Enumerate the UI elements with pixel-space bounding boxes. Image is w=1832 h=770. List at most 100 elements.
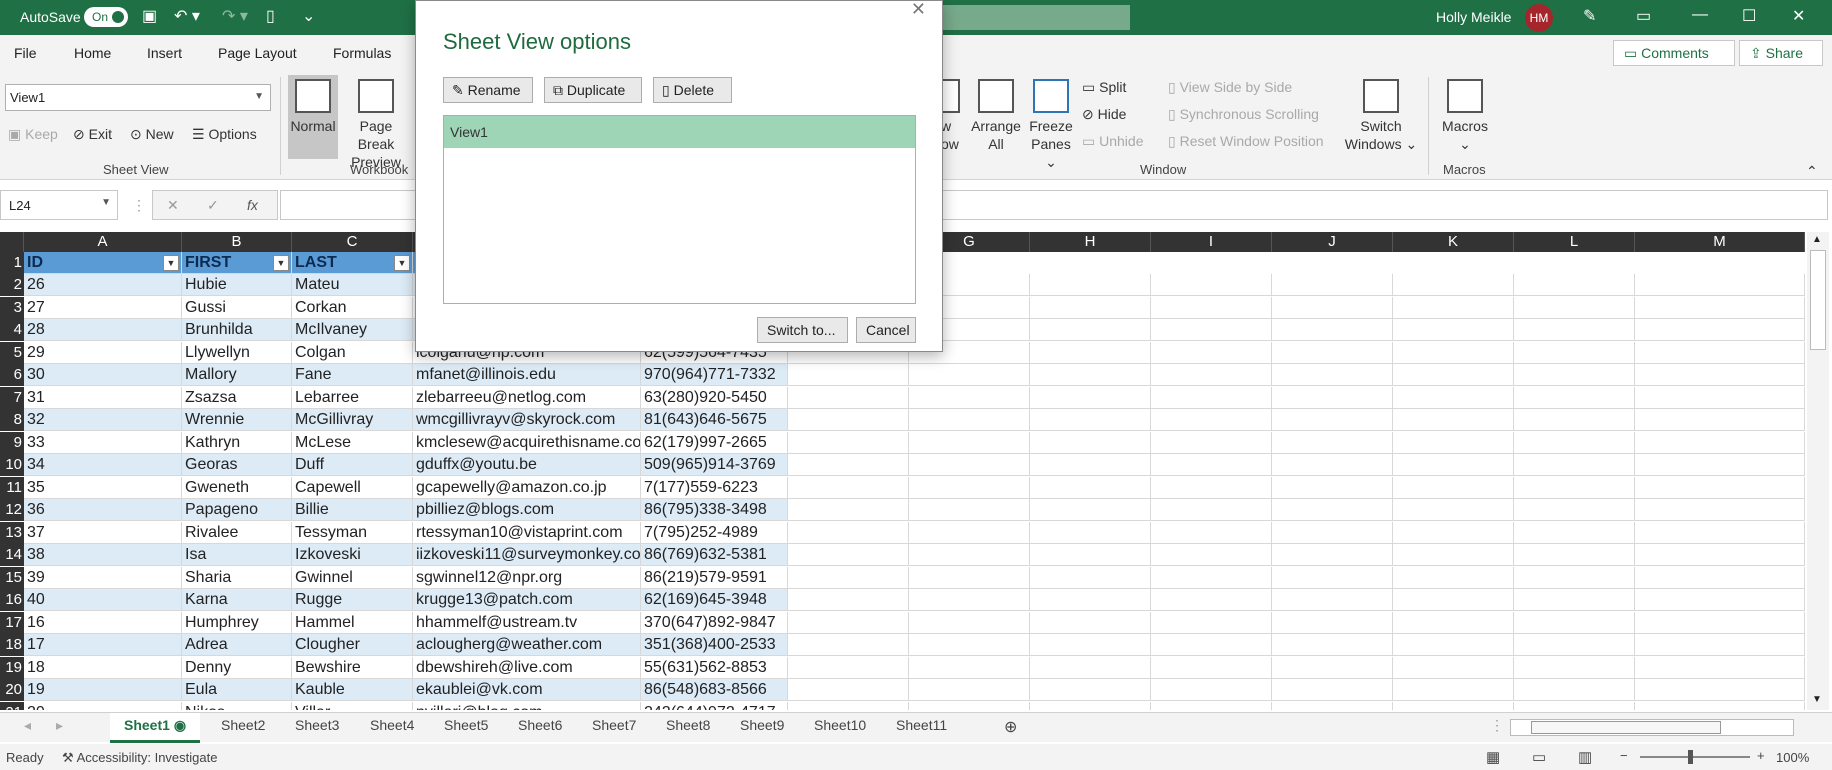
empty-cell[interactable] — [1272, 656, 1393, 679]
insert-function-icon[interactable]: fx — [247, 197, 258, 213]
cell-id[interactable]: 16 — [24, 611, 182, 634]
accessibility-status[interactable]: ⚒ Accessibility: Investigate — [62, 750, 217, 766]
cell-email[interactable]: zlebarreeu@netlog.com — [413, 386, 641, 409]
cell-phone[interactable]: 7(795)252-4989 — [641, 521, 788, 544]
empty-cell[interactable] — [1151, 611, 1272, 634]
undo-icon[interactable]: ↶ ▾ — [174, 8, 200, 26]
cell-last[interactable]: McGillivray — [292, 409, 413, 431]
sheet-tab[interactable]: Sheet11 — [896, 717, 947, 733]
empty-cell[interactable] — [1635, 589, 1805, 611]
empty-cell[interactable] — [1151, 364, 1272, 386]
empty-cell[interactable] — [909, 589, 1030, 611]
empty-cell[interactable] — [909, 701, 1030, 710]
cell-first[interactable]: Mallory — [182, 364, 292, 386]
empty-cell[interactable] — [788, 499, 909, 521]
empty-cell[interactable] — [1635, 611, 1805, 634]
empty-cell[interactable] — [1151, 274, 1272, 296]
cell-first[interactable]: Llywellyn — [182, 341, 292, 364]
empty-cell[interactable] — [1151, 679, 1272, 701]
row-number[interactable]: 18 — [0, 634, 24, 656]
cell-last[interactable]: Corkan — [292, 296, 413, 319]
empty-cell[interactable] — [1393, 296, 1514, 319]
sheet-tab[interactable]: Sheet7 — [592, 717, 636, 733]
empty-cell[interactable] — [1151, 319, 1272, 341]
cell-id[interactable]: 39 — [24, 566, 182, 589]
empty-cell[interactable] — [788, 611, 909, 634]
duplicate-button[interactable]: ⧉ Duplicate — [544, 77, 642, 103]
cell-phone[interactable]: 62(169)645-3948 — [641, 589, 788, 611]
column-header[interactable]: I — [1151, 232, 1272, 252]
empty-cell[interactable] — [1151, 566, 1272, 589]
comments-button[interactable]: ▭ Comments — [1613, 40, 1735, 66]
reset-window-position-button[interactable]: ▯ Reset Window Position — [1168, 133, 1324, 150]
split-button[interactable]: ▭ Split — [1082, 79, 1126, 96]
cell-email[interactable]: sgwinnel12@npr.org — [413, 566, 641, 589]
empty-cell[interactable] — [1635, 319, 1805, 341]
empty-cell[interactable] — [1393, 521, 1514, 544]
cell-id[interactable]: 30 — [24, 364, 182, 386]
cell-first[interactable]: Denny — [182, 656, 292, 679]
zoom-slider-thumb[interactable] — [1688, 750, 1693, 764]
tab-insert[interactable]: Insert — [147, 45, 182, 61]
empty-cell[interactable] — [1393, 386, 1514, 409]
empty-cell[interactable] — [1030, 386, 1151, 409]
cell-phone[interactable]: 86(769)632-5381 — [641, 544, 788, 566]
enter-icon[interactable]: ✓ — [207, 197, 219, 214]
cell-last[interactable]: Izkoveski — [292, 544, 413, 566]
empty-cell[interactable] — [1151, 454, 1272, 476]
cell-first[interactable]: Eula — [182, 679, 292, 701]
row-number[interactable]: 1 — [0, 252, 24, 274]
sheet-tab[interactable]: Sheet8 — [666, 717, 710, 733]
cell-email[interactable]: krugge13@patch.com — [413, 589, 641, 611]
empty-cell[interactable] — [909, 476, 1030, 499]
row-number[interactable]: 14 — [0, 544, 24, 566]
cell-id[interactable]: 32 — [24, 409, 182, 431]
cell-first[interactable]: Karna — [182, 589, 292, 611]
empty-cell[interactable] — [1514, 319, 1635, 341]
empty-cell[interactable] — [1272, 544, 1393, 566]
header-cell-id[interactable]: ID ▼ — [24, 252, 182, 274]
cell-email[interactable]: dbewshireh@live.com — [413, 656, 641, 679]
cell-email[interactable]: gduffx@youtu.be — [413, 454, 641, 476]
cell-email[interactable]: mfanet@illinois.edu — [413, 364, 641, 386]
cell-last[interactable]: Colgan — [292, 341, 413, 364]
cell-phone[interactable]: 86(219)579-9591 — [641, 566, 788, 589]
empty-cell[interactable] — [1030, 499, 1151, 521]
empty-cell[interactable] — [1030, 701, 1151, 710]
cell-id[interactable]: 26 — [24, 274, 182, 296]
rename-button[interactable]: ✎ Rename — [443, 77, 533, 103]
pen-icon[interactable]: ✎ — [1583, 6, 1596, 26]
cell-first[interactable]: Papageno — [182, 499, 292, 521]
page-layout-icon[interactable]: ▭ — [1532, 748, 1546, 766]
empty-cell[interactable] — [1272, 589, 1393, 611]
empty-cell[interactable] — [1514, 634, 1635, 656]
cell-phone[interactable]: 62(179)997-2665 — [641, 431, 788, 454]
sheet-tab-active[interactable]: Sheet1 ◉ — [110, 713, 201, 743]
row-number[interactable]: 11 — [0, 476, 24, 499]
cell-last[interactable]: Capewell — [292, 476, 413, 499]
empty-cell[interactable] — [1514, 566, 1635, 589]
cell-id[interactable]: 33 — [24, 431, 182, 454]
cell-id[interactable]: 20 — [24, 701, 182, 710]
column-header[interactable]: C — [292, 232, 413, 252]
sheet-tab[interactable]: Sheet2 — [221, 717, 265, 733]
empty-cell[interactable] — [1151, 521, 1272, 544]
switch-to-button[interactable]: Switch to... — [757, 317, 848, 343]
row-number[interactable]: 2 — [0, 274, 24, 296]
hide-button[interactable]: ⊘ Hide — [1082, 106, 1126, 123]
empty-cell[interactable] — [1635, 701, 1805, 710]
empty-cell[interactable] — [1514, 656, 1635, 679]
cell-last[interactable]: Kauble — [292, 679, 413, 701]
filter-dropdown-icon[interactable]: ▼ — [394, 255, 410, 271]
empty-cell[interactable] — [1514, 454, 1635, 476]
empty-cell[interactable] — [1272, 521, 1393, 544]
empty-cell[interactable] — [1272, 386, 1393, 409]
empty-cell[interactable] — [1272, 701, 1393, 710]
cell-last[interactable]: Mateu — [292, 274, 413, 296]
empty-cell[interactable] — [1514, 296, 1635, 319]
zoom-slider[interactable] — [1640, 750, 1750, 764]
cell-id[interactable]: 18 — [24, 656, 182, 679]
empty-cell[interactable] — [1514, 701, 1635, 710]
empty-cell[interactable] — [909, 656, 1030, 679]
cell-email[interactable]: ekaublei@vk.com — [413, 679, 641, 701]
